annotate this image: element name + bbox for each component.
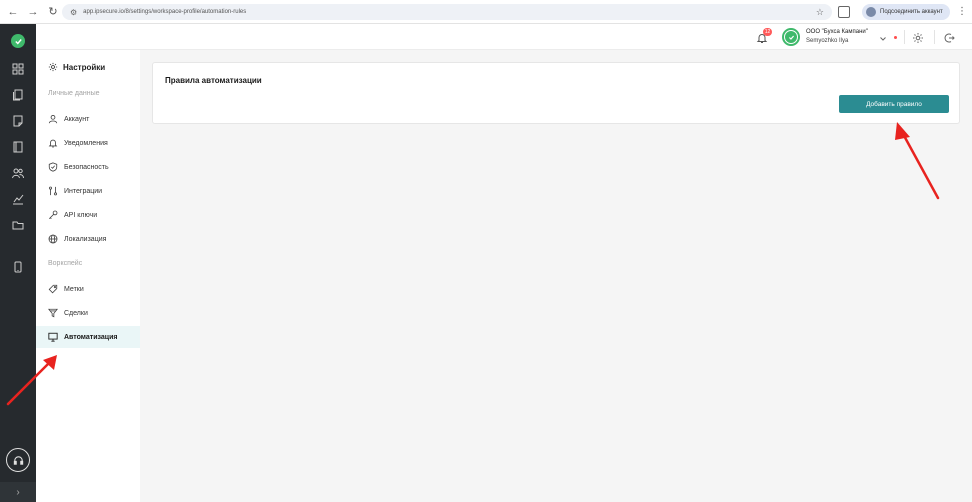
sidebar-item-label: API ключи: [64, 211, 98, 219]
sidebar-item-api-keys[interactable]: API ключи: [36, 204, 140, 226]
documents-icon[interactable]: [12, 88, 24, 101]
sidebar-item-security[interactable]: Безопасность: [36, 156, 140, 178]
mobile-app-icon[interactable]: [12, 260, 24, 273]
sidebar-item-label: Локализация: [64, 235, 107, 243]
sidebar-item-account[interactable]: Аккаунт: [36, 108, 140, 130]
dashboard-icon[interactable]: [12, 62, 24, 75]
logout-icon[interactable]: [943, 31, 955, 43]
top-header: 12 ООО "Бухса Кампани" Semyozhko Ilya: [36, 24, 972, 50]
automation-rules-card: Правила автоматизации Добавить правило: [152, 62, 960, 124]
settings-sidebar: Настройки Личные данные Аккаунт Уведомле…: [36, 50, 140, 502]
support-headset-icon[interactable]: [6, 448, 30, 472]
settings-gear-icon: [48, 62, 58, 72]
shield-icon: [48, 162, 58, 172]
address-url: app.ipsecure.io/8/settings/workspace-pro…: [83, 9, 247, 15]
expand-rail-icon[interactable]: ›: [0, 482, 36, 502]
chevron-down-icon[interactable]: [878, 31, 888, 41]
profile-label: Подсоединить аккаунт: [880, 9, 943, 15]
profile-avatar-icon: [866, 7, 876, 17]
address-bar[interactable]: ⚙ app.ipsecure.io/8/settings/workspace-p…: [62, 4, 832, 20]
sidebar-item-deals[interactable]: Сделки: [36, 302, 140, 324]
browser-toolbar: ← → ↻ ⚙ app.ipsecure.io/8/settings/works…: [0, 0, 972, 24]
extensions-icon[interactable]: [838, 6, 850, 18]
sidebar-item-label: Сделки: [64, 309, 88, 317]
sidebar-item-integrations[interactable]: Интеграции: [36, 180, 140, 202]
monitor-icon: [48, 332, 58, 342]
settings-title-label: Настройки: [63, 62, 106, 72]
sidebar-item-label: Автоматизация: [64, 333, 118, 341]
sidebar-item-label: Уведомления: [64, 139, 108, 147]
sidebar-item-automation[interactable]: Автоматизация: [36, 326, 140, 348]
contacts-icon[interactable]: [12, 166, 24, 179]
app-logo-icon[interactable]: [11, 34, 25, 48]
section-label-personal: Личные данные: [48, 90, 100, 97]
section-label-workspace: Воркспейс: [48, 260, 83, 267]
app-rail: ›: [0, 24, 36, 502]
sidebar-item-tags[interactable]: Метки: [36, 278, 140, 300]
company-name[interactable]: ООО "Бухса Кампани": [806, 29, 868, 35]
header-divider: [934, 30, 935, 44]
gear-icon[interactable]: [912, 31, 924, 43]
sidebar-item-label: Интеграции: [64, 187, 103, 195]
notifications-badge: 12: [763, 28, 772, 36]
main-content: Правила автоматизации Добавить правило: [140, 50, 972, 502]
key-icon: [48, 210, 58, 220]
company-avatar[interactable]: [782, 28, 800, 46]
book-icon[interactable]: [12, 140, 24, 153]
header-divider: [904, 30, 905, 44]
tag-icon: [48, 284, 58, 294]
integration-icon: [49, 186, 57, 196]
back-icon[interactable]: ←: [6, 5, 20, 19]
sidebar-item-label: Метки: [64, 285, 84, 293]
sidebar-item-localization[interactable]: Локализация: [36, 228, 140, 250]
notes-icon[interactable]: [12, 114, 24, 127]
page-title: Правила автоматизации: [165, 76, 262, 85]
browser-menu-icon[interactable]: ⋮: [957, 6, 967, 17]
funnel-icon: [48, 308, 58, 318]
bell-icon: [48, 139, 58, 148]
status-dot: [894, 36, 897, 39]
analytics-icon[interactable]: [12, 192, 24, 205]
browser-profile-button[interactable]: Подсоединить аккаунт: [862, 4, 950, 20]
site-info-icon[interactable]: ⚙: [70, 8, 77, 17]
settings-title: Настройки: [48, 62, 105, 72]
folder-icon[interactable]: [12, 218, 24, 230]
globe-icon: [48, 234, 58, 244]
forward-icon[interactable]: →: [26, 5, 40, 19]
reload-icon[interactable]: ↻: [46, 5, 60, 19]
sidebar-item-label: Безопасность: [64, 163, 109, 171]
user-icon: [48, 115, 58, 124]
sidebar-item-label: Аккаунт: [64, 115, 90, 123]
current-user-name[interactable]: Semyozhko Ilya: [806, 38, 848, 44]
sidebar-item-notifications[interactable]: Уведомления: [36, 132, 140, 154]
add-rule-button[interactable]: Добавить правило: [839, 95, 949, 113]
bookmark-star-icon[interactable]: ☆: [816, 7, 824, 18]
